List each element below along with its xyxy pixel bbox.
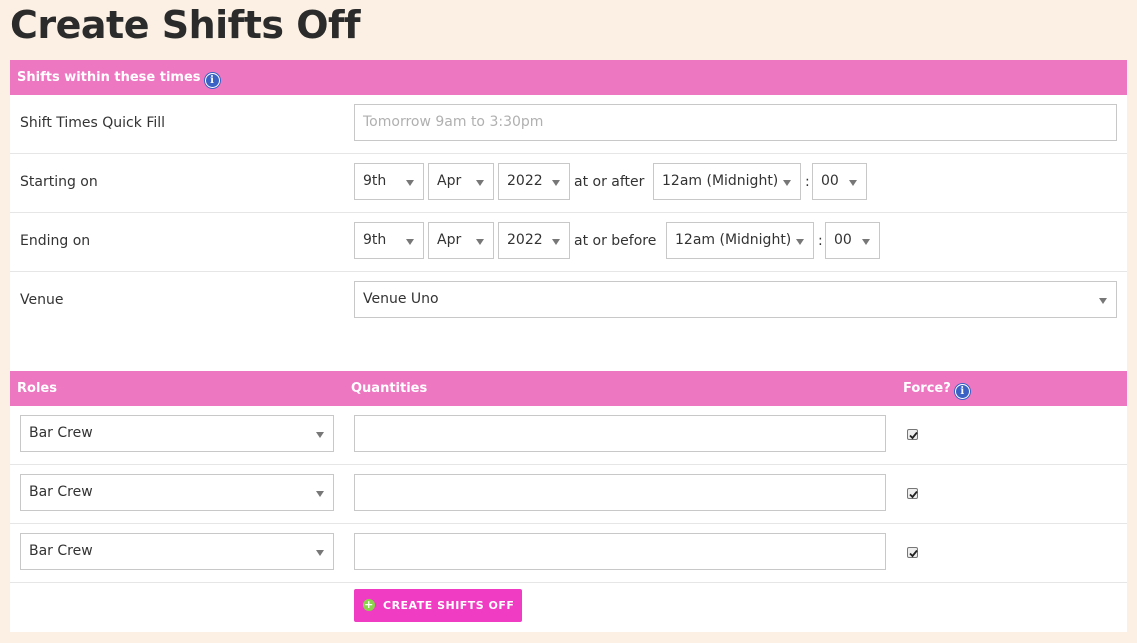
start-year-select[interactable]: 2022 [498,163,570,200]
create-shifts-off-label: CREATE SHIFTS OFF [383,599,515,612]
end-month-select[interactable]: Apr [428,222,494,259]
chevron-down-icon [552,239,560,245]
page-title: Create Shifts Off [10,3,361,47]
end-time-colon: : [818,233,823,249]
force-checkbox[interactable] [907,547,918,558]
start-connector: at or after [574,174,645,190]
roles-header: Roles Quantities Force? i [10,371,1127,406]
shift-times-panel: Shifts within these times i Shift Times Q… [10,60,1127,331]
chevron-down-icon [552,180,560,186]
end-hour-select[interactable]: 12am (Midnight) [666,222,814,259]
quantity-input[interactable] [354,533,886,570]
start-month-value: Apr [437,173,462,189]
venue-select[interactable]: Venue Uno [354,281,1117,318]
shift-times-header: Shifts within these times i [10,60,1127,95]
chevron-down-icon [1099,298,1107,304]
roles-column-header: Roles [17,381,57,396]
info-icon[interactable]: i [954,384,970,399]
starting-on-label: Starting on [20,174,98,190]
end-day-select[interactable]: 9th [354,222,424,259]
quick-fill-placeholder: Tomorrow 9am to 3:30pm [363,114,544,130]
chevron-down-icon [406,239,414,245]
checkmark-icon [909,431,918,440]
ending-on-label: Ending on [20,233,91,249]
chevron-down-icon [316,491,324,497]
end-minute-select[interactable]: 00 [825,222,880,259]
start-day-value: 9th [363,173,387,189]
venue-label: Venue [20,292,64,308]
end-minute-value: 00 [834,232,852,248]
start-hour-select[interactable]: 12am (Midnight) [653,163,801,200]
role-row: Bar Crew [10,406,1127,465]
chevron-down-icon [406,180,414,186]
end-day-value: 9th [363,232,387,248]
end-month-value: Apr [437,232,462,248]
starting-on-row: Starting on 9th Apr 2022 at or after 12a… [10,154,1127,213]
chevron-down-icon [316,550,324,556]
end-connector: at or before [574,233,657,249]
start-day-select[interactable]: 9th [354,163,424,200]
roles-panel: Roles Quantities Force? i Bar Crew Bar Cr… [10,371,1127,632]
chevron-down-icon [849,180,857,186]
chevron-down-icon [862,239,870,245]
checkmark-icon [909,490,918,499]
chevron-down-icon [476,239,484,245]
quantities-column-header: Quantities [351,381,428,396]
chevron-down-icon [476,180,484,186]
chevron-down-icon [316,432,324,438]
quick-fill-input[interactable]: Tomorrow 9am to 3:30pm [354,104,1117,141]
start-month-select[interactable]: Apr [428,163,494,200]
venue-row: Venue Venue Uno [10,272,1127,331]
checkmark-icon [909,549,918,558]
end-year-select[interactable]: 2022 [498,222,570,259]
start-hour-value: 12am (Midnight) [662,173,779,189]
ending-on-row: Ending on 9th Apr 2022 at or before 12am… [10,213,1127,272]
info-icon[interactable]: i [204,73,220,88]
start-time-colon: : [805,174,810,190]
role-value: Bar Crew [29,543,93,559]
end-hour-value: 12am (Midnight) [675,232,792,248]
quantity-input[interactable] [354,474,886,511]
section-spacer [10,328,1127,371]
role-select[interactable]: Bar Crew [20,533,334,570]
shift-times-header-label: Shifts within these times [17,70,201,85]
role-value: Bar Crew [29,425,93,441]
force-column-header: Force? [903,381,951,396]
quick-fill-row: Shift Times Quick Fill Tomorrow 9am to 3… [10,95,1127,154]
role-select[interactable]: Bar Crew [20,474,334,511]
force-checkbox[interactable] [907,488,918,499]
role-select[interactable]: Bar Crew [20,415,334,452]
quantity-input[interactable] [354,415,886,452]
start-minute-select[interactable]: 00 [812,163,867,200]
force-checkbox[interactable] [907,429,918,440]
create-shifts-off-button[interactable]: + CREATE SHIFTS OFF [354,589,522,622]
chevron-down-icon [783,180,791,186]
chevron-down-icon [796,239,804,245]
role-value: Bar Crew [29,484,93,500]
role-row: Bar Crew [10,524,1127,583]
plus-circle-icon: + [363,598,375,611]
venue-value: Venue Uno [363,291,439,307]
quick-fill-label: Shift Times Quick Fill [20,115,166,131]
role-row: Bar Crew [10,465,1127,524]
start-minute-value: 00 [821,173,839,189]
start-year-value: 2022 [507,173,543,189]
end-year-value: 2022 [507,232,543,248]
